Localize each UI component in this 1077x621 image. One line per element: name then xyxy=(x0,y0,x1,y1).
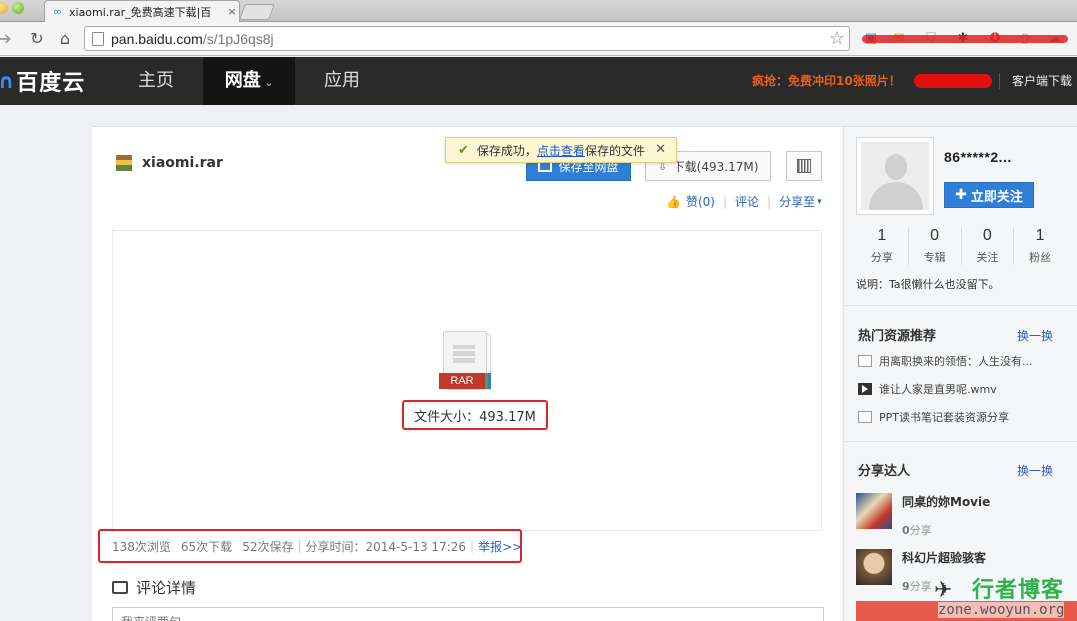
report-link[interactable]: 举报>> xyxy=(478,538,522,555)
count-following[interactable]: 0 关注 xyxy=(962,227,1015,265)
watermark-brand: 行者博客 xyxy=(972,578,1065,603)
file-name: xiaomi.rar xyxy=(142,155,223,171)
video-icon xyxy=(858,383,872,395)
check-icon: ✔ xyxy=(458,142,469,158)
file-preview-area: RAR 文件大小：493.17M xyxy=(112,230,822,531)
count-shares[interactable]: 1 分享 xyxy=(856,227,909,265)
sidebar-divider xyxy=(844,441,1077,442)
toast-prefix: 保存成功， xyxy=(476,143,537,158)
file-type-label: RAR xyxy=(439,373,485,389)
comments-title: 评论详情 xyxy=(136,579,197,597)
sharer-share-count: 0分享 xyxy=(902,524,932,537)
watermark: ✈ 行者博客 zone.wooyun.org xyxy=(930,572,1076,621)
logo-text: 百度云 xyxy=(16,71,86,96)
view-count: 138次浏览 xyxy=(112,539,171,554)
watermark-url: zone.wooyun.org xyxy=(938,602,1065,618)
address-bar[interactable]: pan.baidu.com/s/1pJ6qs8j ☆ xyxy=(84,26,850,51)
follow-button[interactable]: ✚ 立即关注 xyxy=(944,182,1034,208)
share-time: 分享时间：2014-5-13 17:26 xyxy=(305,539,467,554)
tab-title: xiaomi.rar_免费高速下载|百 xyxy=(69,5,212,19)
sharer-description: 说明：Ta很懒什么也没留下。 xyxy=(856,278,1000,291)
count-albums[interactable]: 0 专辑 xyxy=(909,227,962,265)
url-text[interactable]: pan.baidu.com/s/1pJ6qs8j xyxy=(111,31,274,47)
download-count: 65次下载 xyxy=(180,539,233,554)
baidu-favicon-icon: ∞ xyxy=(53,4,63,18)
qr-code-button[interactable] xyxy=(786,151,822,181)
chevron-down-icon: ▾ xyxy=(817,196,822,207)
client-download-link[interactable]: 客户端下载 xyxy=(1012,57,1072,105)
baidu-cloud-logo[interactable]: ∩ 百度云 xyxy=(0,65,85,97)
browser-tab-active[interactable]: ∞ xiaomi.rar_免费高速下载|百 × xyxy=(44,0,240,22)
back-arrow-icon[interactable]: ➔ xyxy=(0,28,16,50)
toast-suffix: 保存的文件 xyxy=(584,143,645,158)
avatar[interactable] xyxy=(856,137,934,215)
hot-resource-item[interactable]: PPT读书笔记套装资源分享 xyxy=(858,409,1058,425)
rar-file-large-icon: RAR xyxy=(439,331,491,393)
comment-link[interactable]: 评论 xyxy=(735,193,759,210)
toast-close-icon[interactable]: ✕ xyxy=(655,142,666,157)
browser-tabstrip: ∞ xiaomi.rar_免费高速下载|百 × xyxy=(0,0,1077,22)
save-success-toast: ✔ 保存成功， 点击查看 保存的文件 ✕ xyxy=(445,137,677,163)
chevron-down-icon: ⌄ xyxy=(264,78,274,89)
tab-close-icon[interactable]: × xyxy=(225,5,239,18)
hot-resource-item[interactable]: 谁让人家是直男呢.wmv xyxy=(858,381,1058,397)
browser-toolbar: ➔ ↻ ⌂ pan.baidu.com/s/1pJ6qs8j ☆ ▣ ✉ ⛉ ✱… xyxy=(0,22,1077,56)
file-title: xiaomi.rar xyxy=(116,155,223,171)
comments-heading: 评论详情 xyxy=(112,577,196,598)
save-count: 52次保存 xyxy=(242,539,294,554)
window-zoom-button[interactable] xyxy=(12,2,24,14)
doc-icon xyxy=(858,355,872,367)
doc-icon xyxy=(858,411,872,423)
hot-refresh-link[interactable]: 换一换 xyxy=(1017,327,1053,344)
site-navbar: ∩ 百度云 主页 网盘 ⌄ 应用 疯抢：免费冲印10张照片！ 客户端下载 xyxy=(0,57,1077,105)
sharers-refresh-link[interactable]: 换一换 xyxy=(1017,462,1053,479)
top-sharers-title: 分享达人 xyxy=(858,464,911,479)
sharer-name[interactable]: 同桌的妳Movie xyxy=(902,493,990,510)
sharer-avatar[interactable] xyxy=(856,493,892,529)
count-fans[interactable]: 1 粉丝 xyxy=(1014,227,1066,265)
bookmark-star-icon[interactable]: ☆ xyxy=(829,28,845,49)
reload-icon[interactable]: ↻ xyxy=(26,28,48,50)
share-stats-bar: 138次浏览 65次下载 52次保存 | 分享时间：2014-5-13 17:2… xyxy=(98,529,522,563)
plus-icon: ✚ xyxy=(955,187,967,203)
home-icon[interactable]: ⌂ xyxy=(54,28,76,50)
share-main-panel: xiaomi.rar 保存至网盘 ⇩ 下载(493.17M) ✔ 保存成功， 点… xyxy=(92,126,842,621)
qr-code-icon xyxy=(797,159,811,173)
new-tab-button[interactable] xyxy=(239,4,275,20)
sharer-counts: 1 分享 0 专辑 0 关注 1 粉丝 xyxy=(856,227,1066,265)
redacted-username xyxy=(914,74,992,88)
thumbs-up-icon: 👍 xyxy=(666,194,681,209)
sharer-sidebar: 86*****2... ✚ 立即关注 1 分享 0 专辑 0 关注 1 粉丝 说… xyxy=(843,126,1077,621)
toast-view-link[interactable]: 点击查看 xyxy=(537,142,585,159)
file-size: 文件大小：493.17M xyxy=(402,400,548,430)
nav-home[interactable]: 主页 xyxy=(120,57,192,105)
page-icon xyxy=(92,31,104,46)
sharer-item[interactable]: 同桌的妳Movie 0分享 xyxy=(856,493,990,538)
sharer-name[interactable]: 科幻片超验骇客 xyxy=(902,549,986,566)
redaction-mark xyxy=(862,35,1068,43)
sidebar-divider xyxy=(844,305,1077,306)
hot-resources-title: 热门资源推荐 xyxy=(858,329,937,344)
sharer-username[interactable]: 86*****2... xyxy=(944,149,1012,165)
like-link[interactable]: 赞(0) xyxy=(686,193,715,210)
share-to-link[interactable]: 分享至 xyxy=(779,193,815,210)
nav-divider xyxy=(999,73,1000,89)
logo-mark-icon: ∩ xyxy=(0,69,15,93)
bird-icon: ✈ xyxy=(934,578,953,603)
social-actions: 👍 赞(0) | 评论 | 分享至 ▾ xyxy=(666,193,822,210)
window-minimize-button[interactable] xyxy=(0,2,8,14)
sharer-avatar[interactable] xyxy=(856,549,892,585)
nav-netdisk-label: 网盘 xyxy=(224,70,261,91)
comment-input[interactable] xyxy=(112,607,824,621)
promo-link[interactable]: 疯抢：免费冲印10张照片！ xyxy=(752,57,901,105)
rar-archive-icon xyxy=(116,155,132,171)
nav-netdisk[interactable]: 网盘 ⌄ xyxy=(203,57,295,105)
hot-resource-item[interactable]: 用离职换来的领悟：人生没有... xyxy=(858,353,1058,369)
nav-apps[interactable]: 应用 xyxy=(306,57,378,105)
comment-bubble-icon xyxy=(112,581,128,594)
download-button-label: 下载(493.17M) xyxy=(672,159,759,174)
follow-button-label: 立即关注 xyxy=(970,189,1023,205)
